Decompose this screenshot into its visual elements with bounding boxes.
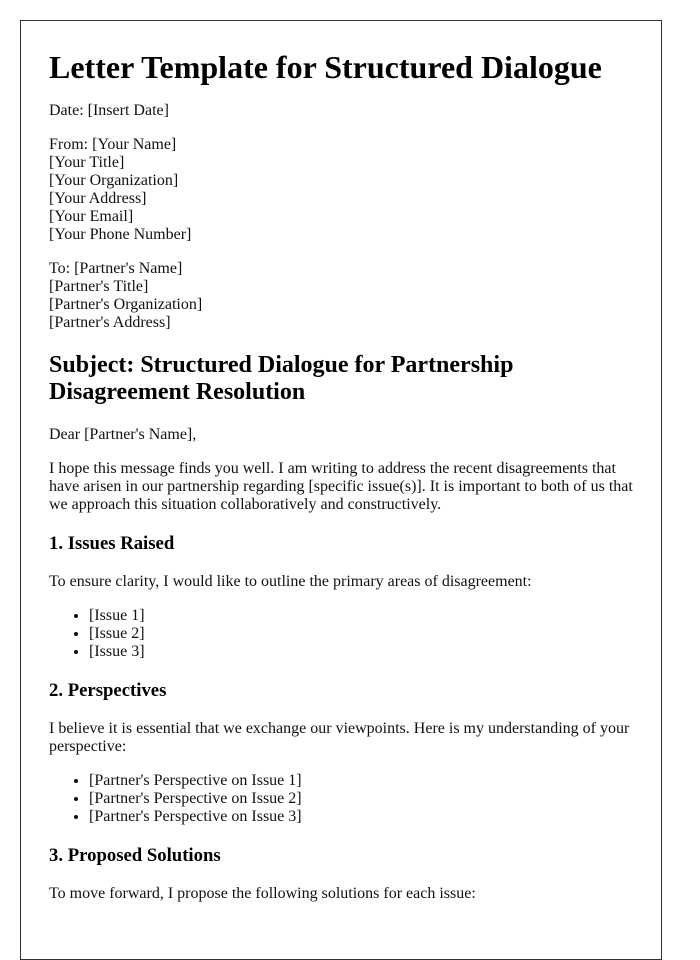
- letter-container: Letter Template for Structured Dialogue …: [20, 20, 662, 960]
- section-heading: 1. Issues Raised: [49, 532, 175, 554]
- sender-phone: [Your Phone Number]: [49, 225, 192, 243]
- date-line: Date: [Insert Date]: [49, 101, 169, 119]
- list-item: [Issue 3]: [89, 643, 633, 661]
- list-item: [Issue 1]: [89, 607, 633, 625]
- issues-list: [Issue 1] [Issue 2] [Issue 3]: [49, 607, 633, 661]
- recipient-block: To: [Partner's Name] [Partner's Title] […: [49, 260, 633, 332]
- sender-name: From: [Your Name]: [49, 135, 177, 153]
- recipient-name: To: [Partner's Name]: [49, 259, 183, 277]
- perspectives-list: [Partner's Perspective on Issue 1] [Part…: [49, 772, 633, 826]
- letter-title: Letter Template for Structured Dialogue: [49, 49, 602, 85]
- sender-organization: [Your Organization]: [49, 171, 179, 189]
- section-perspectives: 2. Perspectives I believe it is essentia…: [49, 680, 633, 826]
- intro-paragraph: I hope this message finds you well. I am…: [49, 460, 633, 514]
- sender-title: [Your Title]: [49, 153, 125, 171]
- section-proposed-solutions: 3. Proposed Solutions To move forward, I…: [49, 845, 633, 903]
- list-item: [Partner's Perspective on Issue 3]: [89, 808, 633, 826]
- sender-block: From: [Your Name] [Your Title] [Your Org…: [49, 136, 633, 244]
- section-paragraph: To ensure clarity, I would like to outli…: [49, 572, 532, 590]
- section-paragraph: To move forward, I propose the following…: [49, 884, 476, 902]
- subject-heading: Subject: Structured Dialogue for Partner…: [49, 351, 514, 405]
- list-item: [Issue 2]: [89, 625, 633, 643]
- sender-address: [Your Address]: [49, 189, 147, 207]
- list-item: [Partner's Perspective on Issue 2]: [89, 790, 633, 808]
- section-paragraph: I believe it is essential that we exchan…: [49, 719, 630, 755]
- section-issues-raised: 1. Issues Raised To ensure clarity, I wo…: [49, 533, 633, 661]
- recipient-address: [Partner's Address]: [49, 313, 171, 331]
- recipient-title: [Partner's Title]: [49, 277, 149, 295]
- section-heading: 3. Proposed Solutions: [49, 844, 221, 866]
- salutation: Dear [Partner's Name],: [49, 426, 197, 444]
- section-heading: 2. Perspectives: [49, 679, 167, 701]
- sender-email: [Your Email]: [49, 207, 134, 225]
- list-item: [Partner's Perspective on Issue 1]: [89, 772, 633, 790]
- recipient-organization: [Partner's Organization]: [49, 295, 203, 313]
